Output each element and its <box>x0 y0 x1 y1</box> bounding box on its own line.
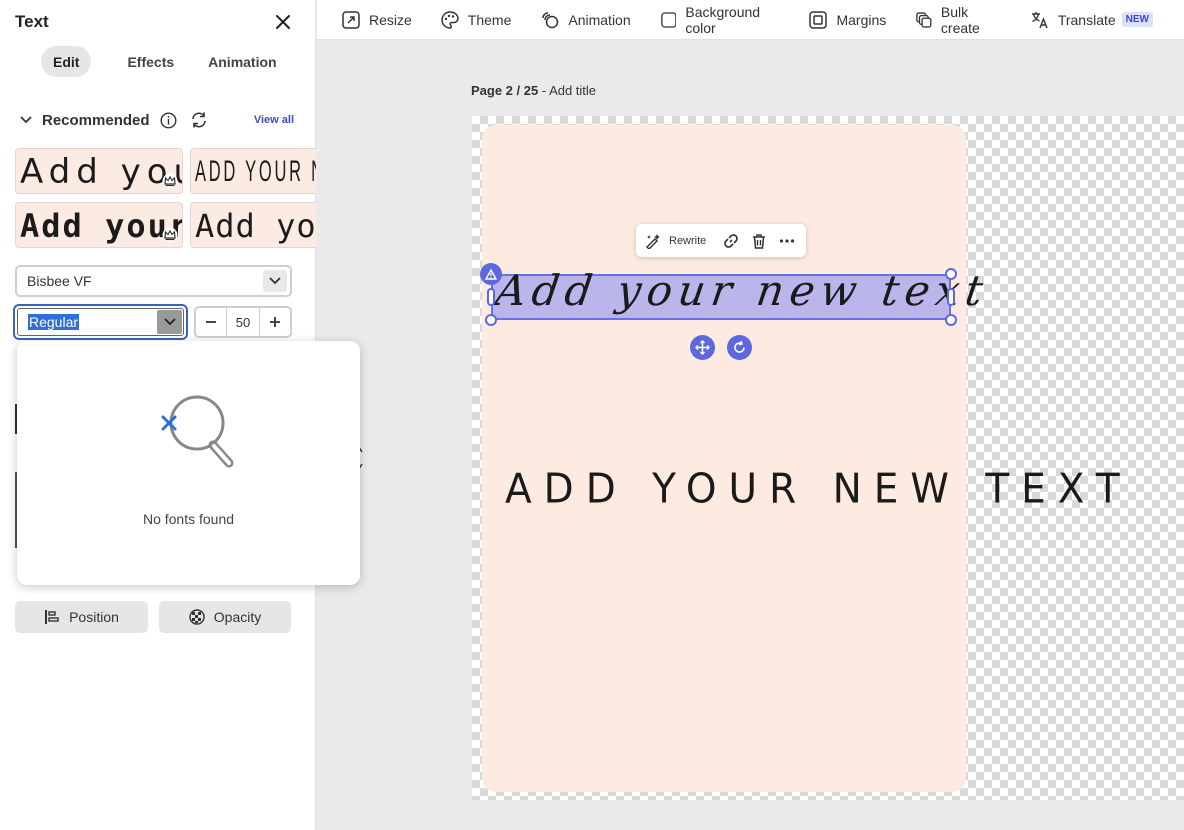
tab-edit[interactable]: Edit <box>41 46 92 77</box>
bulk-create-label: Bulk create <box>940 3 980 36</box>
resize-handle-bottom-right[interactable] <box>945 314 957 326</box>
premium-crown-icon <box>161 172 179 190</box>
page-number: Page 2 / 25 <box>471 83 539 98</box>
info-icon[interactable] <box>160 111 178 129</box>
font-style-dropdown-popup: No fonts found <box>17 341 360 585</box>
font-size-value[interactable]: 50 <box>226 308 260 336</box>
refresh-icon[interactable] <box>190 111 208 129</box>
recommended-label: Recommended <box>42 111 150 129</box>
position-label: Position <box>69 609 119 625</box>
chevron-down-icon <box>263 270 287 292</box>
preset-style-3[interactable]: Add your new text <box>15 202 183 248</box>
more-icon[interactable] <box>778 232 796 250</box>
bulk-create-icon <box>916 11 932 28</box>
animation-label: Animation <box>568 11 631 28</box>
tab-effects[interactable]: Effects <box>113 46 188 77</box>
selected-script-text[interactable]: Add your new text <box>493 266 992 315</box>
color-swatch-icon <box>660 11 677 28</box>
animation-icon <box>542 11 559 28</box>
background-color-button[interactable]: Background color <box>660 3 781 36</box>
resize-handle-left[interactable] <box>487 288 495 306</box>
font-style-select[interactable]: Regular <box>13 304 188 340</box>
no-results-search-icon <box>153 395 253 487</box>
warning-icon[interactable] <box>480 263 502 285</box>
margins-label: Margins <box>836 11 887 28</box>
tab-animation[interactable]: Animation <box>204 46 280 77</box>
align-left-icon <box>45 610 59 624</box>
page-title[interactable]: Add title <box>549 83 596 98</box>
resize-icon <box>342 10 360 29</box>
resize-handle-bottom-left[interactable] <box>485 314 497 326</box>
preset-text: Add your new text <box>20 207 183 245</box>
position-button[interactable]: Position <box>15 601 148 633</box>
trash-icon[interactable] <box>750 232 768 250</box>
rewrite-label: Rewrite <box>669 234 707 247</box>
font-style-value: Regular <box>28 314 80 330</box>
background-color-label: Background color <box>685 3 761 36</box>
no-fonts-message: No fonts found <box>142 511 235 527</box>
link-icon[interactable] <box>722 232 740 250</box>
preset-text: Add your new text <box>195 207 316 245</box>
premium-crown-icon <box>161 226 179 244</box>
translate-button[interactable]: Translate NEW <box>1031 7 1153 33</box>
preset-text: Add your new text <box>20 152 182 192</box>
font-family-value: Bisbee VF <box>27 273 92 289</box>
font-size-stepper: 50 <box>194 306 292 338</box>
rewrite-button[interactable]: Rewrite <box>645 233 706 249</box>
resize-handle-top-right[interactable] <box>945 268 957 280</box>
resize-label: Resize <box>369 11 412 28</box>
theme-label: Theme <box>467 11 512 28</box>
palette-icon <box>441 10 459 29</box>
margins-icon <box>809 10 828 29</box>
chevron-down-icon[interactable] <box>18 112 34 128</box>
opacity-label: Opacity <box>213 609 262 625</box>
resize-handle-right[interactable] <box>947 288 955 306</box>
margins-button[interactable]: Margins <box>809 7 886 33</box>
preset-style-2[interactable]: ADD YOUR NEW TEXT <box>190 148 316 194</box>
theme-button[interactable]: Theme <box>441 7 512 33</box>
rotate-icon[interactable] <box>727 335 752 360</box>
page-label: Page 2 / 25 - Add title <box>471 83 597 98</box>
context-toolbar: Rewrite <box>636 224 806 257</box>
minus-icon[interactable] <box>196 308 226 336</box>
view-all-link[interactable]: View all <box>254 114 294 126</box>
preset-style-1[interactable]: Add your new text <box>15 148 183 194</box>
bulk-create-button[interactable]: Bulk create <box>916 3 1002 36</box>
translate-icon <box>1031 11 1048 28</box>
opacity-icon <box>189 609 205 625</box>
chevron-down-icon[interactable] <box>157 310 182 334</box>
plus-icon[interactable] <box>260 308 290 336</box>
resize-button[interactable]: Resize <box>342 7 412 33</box>
top-toolbar: Resize Theme Animation Background color … <box>317 0 1184 40</box>
close-icon[interactable] <box>272 11 294 33</box>
preset-text: ADD YOUR NEW TEXT <box>195 155 316 188</box>
new-badge: NEW <box>1121 12 1153 27</box>
font-style-input[interactable]: Regular <box>17 308 184 336</box>
panel-tabs: Edit Effects Animation <box>41 46 281 77</box>
caps-text-element[interactable]: ADD YOUR NEW TEXT <box>505 466 1132 513</box>
opacity-button[interactable]: Opacity <box>159 601 291 633</box>
animation-button[interactable]: Animation <box>541 7 631 33</box>
preset-style-4[interactable]: Add your new text <box>190 202 316 248</box>
panel-title: Text <box>15 12 49 31</box>
translate-label: Translate <box>1057 11 1116 28</box>
recommended-header: Recommended View all <box>18 109 294 131</box>
font-family-select[interactable]: Bisbee VF <box>15 265 292 297</box>
move-icon[interactable] <box>690 335 715 360</box>
rewrite-icon <box>646 233 660 249</box>
